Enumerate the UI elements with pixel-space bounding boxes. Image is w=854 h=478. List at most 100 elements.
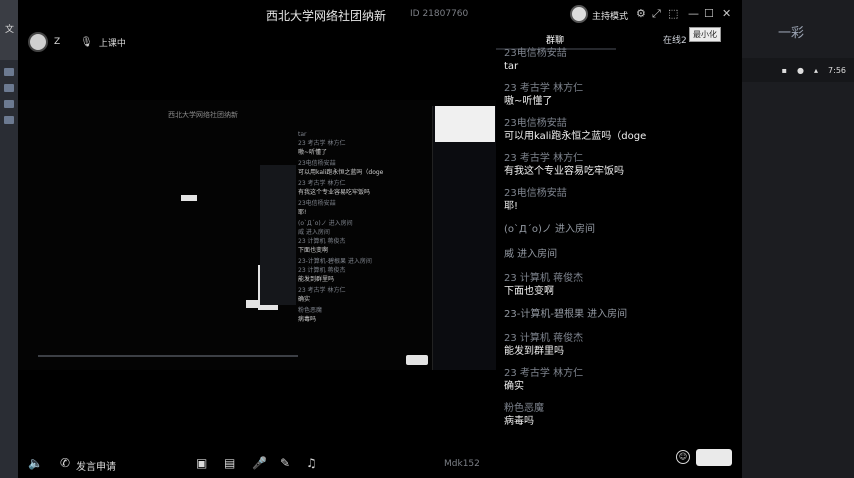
- share-icon[interactable]: ⤢: [652, 7, 661, 21]
- message-text: tar: [504, 61, 519, 72]
- shared-chat-line: 粉色恶魔: [298, 307, 323, 314]
- desktop-right-text: 一彩: [778, 26, 805, 41]
- desktop-icon[interactable]: [4, 84, 14, 92]
- chat-message: 23 考古学 林方仁有我这个专业容易吃牢饭吗: [504, 153, 734, 179]
- maximize-icon[interactable]: ☐: [704, 7, 714, 20]
- chat-message: 23电信杨安喆 耶!: [504, 188, 734, 214]
- shared-chat: tar 23 考古学 林方仁 嗷~听懂了 23电信杨安喆 可以用kali跑永恒之蓝吗（d…: [298, 130, 413, 326]
- mic-icon: 🎙: [80, 36, 93, 48]
- clock: 7:56: [828, 65, 846, 75]
- close-icon[interactable]: ✕: [722, 7, 731, 20]
- shared-chat-text: 确实: [298, 296, 311, 303]
- chat-tabs: 群聊 在线2: [496, 30, 742, 50]
- shared-chat-line: 23 考古学 林方仁: [298, 180, 346, 187]
- edit-icon[interactable]: ✎: [280, 456, 290, 470]
- settings-icon[interactable]: ⚙: [636, 7, 646, 20]
- user-name: Z: [54, 37, 61, 47]
- shared-chat-text: 可以用kali跑永恒之蓝吗（doge: [298, 169, 384, 176]
- desktop-icon[interactable]: [4, 68, 14, 76]
- screen-share-icon[interactable]: ▤: [224, 456, 235, 470]
- message-text: 下面也变啊: [504, 286, 554, 297]
- shared-chat-line: 23-计算机-碧根果 进入房间: [298, 258, 372, 265]
- send-button[interactable]: [696, 449, 732, 466]
- sender-name: 23电信杨安喆: [504, 48, 567, 59]
- chat-message: 23 考古学 林方仁 确实: [504, 368, 734, 394]
- chat-message: 23电信杨安喆可以用kali跑永恒之蓝吗（doge: [504, 118, 734, 144]
- shared-block: [181, 195, 197, 201]
- tab-group-chat[interactable]: 群聊: [546, 33, 564, 46]
- emoji-icon[interactable]: ☺: [676, 450, 690, 464]
- host-avatar[interactable]: [570, 5, 588, 23]
- tray-icon[interactable]: ▪: [782, 66, 787, 75]
- message-text: 有我这个专业容易吃牢饭吗: [504, 166, 624, 177]
- desktop-right-strip: 一彩 ▪ ● ▴ 7:56: [742, 0, 854, 478]
- message-text: 耶!: [504, 201, 519, 212]
- mic-icon[interactable]: 🎤: [252, 456, 267, 470]
- shared-white-box: [435, 106, 495, 142]
- phone-icon[interactable]: ✆: [60, 456, 70, 470]
- shared-chat-text: 耶!: [298, 209, 307, 216]
- shared-chat-line: 23 考古学 林方仁: [298, 140, 346, 147]
- desktop-left-strip: 文: [0, 0, 18, 478]
- shared-toolbar: [38, 355, 298, 357]
- message-text: 病毒吗: [504, 416, 534, 427]
- meeting-window: 西北大学网络社团纳新 ID 21807760 主持模式 ⚙ ⤢ ⬚ — ☐ ✕ …: [18, 0, 742, 478]
- sender-name: 23 考古学 林方仁: [504, 368, 584, 379]
- chat-list: 23电信杨安喆 tar 23 考古学 林方仁 嗷~听懂了 23电信杨安喆可以用kali跑…: [504, 48, 734, 438]
- pin-icon[interactable]: ⬚: [668, 7, 678, 20]
- chat-message: 23电信杨安喆 tar: [504, 48, 734, 74]
- tray-icon[interactable]: ▴: [814, 66, 818, 75]
- music-icon[interactable]: ♫: [306, 456, 317, 470]
- apply-speak-button[interactable]: 发言申请: [76, 458, 116, 473]
- room-title: 西北大学网络社团纳新: [266, 9, 387, 23]
- minimize-icon[interactable]: —: [688, 7, 699, 20]
- shared-block: [246, 300, 258, 308]
- chat-message: 23 计算机 蒋俊杰 下面也变啊: [504, 273, 734, 299]
- shared-chat-text: 能发到群里吗: [298, 276, 335, 283]
- sender-name: 23 考古学 林方仁: [504, 83, 584, 94]
- bottom-toolbar: 🔈 ✆ 发言申请 ▣ ▤ 🎤 ✎ ♫ Mdk152: [18, 450, 496, 478]
- shared-chat-text: 有我这个专业容易吃牢饭吗: [298, 189, 371, 196]
- camera-off-icon[interactable]: ▣: [196, 456, 207, 470]
- titlebar: 西北大学网络社团纳新 ID 21807760 主持模式 ⚙ ⤢ ⬚ — ☐ ✕ …: [18, 0, 742, 42]
- shared-chat-text: 下面也变啊: [298, 247, 329, 254]
- message-text: 能发到群里吗: [504, 346, 564, 357]
- shared-send: [406, 355, 428, 365]
- shared-chat-line: 23电信杨安喆: [298, 200, 336, 207]
- system-message: 威 进入房间: [504, 249, 558, 260]
- desktop-icon[interactable]: [4, 116, 14, 124]
- shared-chat-text: 嗷~听懂了: [298, 149, 328, 156]
- shared-screen: 西北大学网络社团纳新 tar 23 考古学 林方仁 嗷~听懂了 23电信杨安喆 可以用k…: [18, 100, 496, 370]
- chat-message: 23 计算机 蒋俊杰 能发到群里吗: [504, 333, 734, 359]
- shared-chat-line: (o`Д´o)ノ 进入房间: [298, 220, 353, 227]
- shared-chat-line: tar: [298, 131, 307, 138]
- chat-input-bar: ☺: [496, 446, 742, 472]
- message-text: 确实: [504, 381, 524, 392]
- tab-online[interactable]: 在线2: [663, 33, 687, 46]
- sender-name: 23 计算机 蒋俊杰: [504, 273, 584, 284]
- sender-name: 粉色恶魔: [504, 403, 544, 414]
- host-mode-label[interactable]: 主持模式: [592, 9, 628, 22]
- shared-chat-line: 威 进入房间: [298, 229, 330, 236]
- shared-right-panel: [432, 106, 496, 370]
- system-message: (o`Д´o)ノ 进入房间: [504, 224, 596, 235]
- desktop-icon[interactable]: [4, 100, 14, 108]
- message-text: 可以用kali跑永恒之蓝吗（doge: [504, 131, 647, 142]
- shared-title: 西北大学网络社团纳新: [168, 111, 238, 119]
- avatar[interactable]: [28, 32, 48, 52]
- shared-chat-line: 23电信杨安喆: [298, 160, 336, 167]
- page-indicator: Mdk152: [444, 459, 480, 469]
- class-status: 上课中: [98, 38, 126, 49]
- sender-name: 23 考古学 林方仁: [504, 153, 584, 164]
- sender-name: 23电信杨安喆: [504, 118, 567, 129]
- chat-message: 粉色恶魔 病毒吗: [504, 403, 734, 429]
- shared-chat-line: 23 计算机 蒋俊杰: [298, 238, 346, 245]
- shared-chat-text: 病毒吗: [298, 316, 317, 323]
- tray-icon[interactable]: ●: [797, 66, 804, 75]
- speaker-icon[interactable]: 🔈: [28, 456, 43, 470]
- chat-message: 23 考古学 林方仁 嗷~听懂了: [504, 83, 734, 109]
- room-id: ID 21807760: [410, 9, 469, 19]
- user-row: Z 🎙 上课中: [28, 32, 126, 52]
- system-message: 23-计算机-碧根果 进入房间: [504, 309, 628, 320]
- shared-chat-line: 23 考古学 林方仁: [298, 287, 346, 294]
